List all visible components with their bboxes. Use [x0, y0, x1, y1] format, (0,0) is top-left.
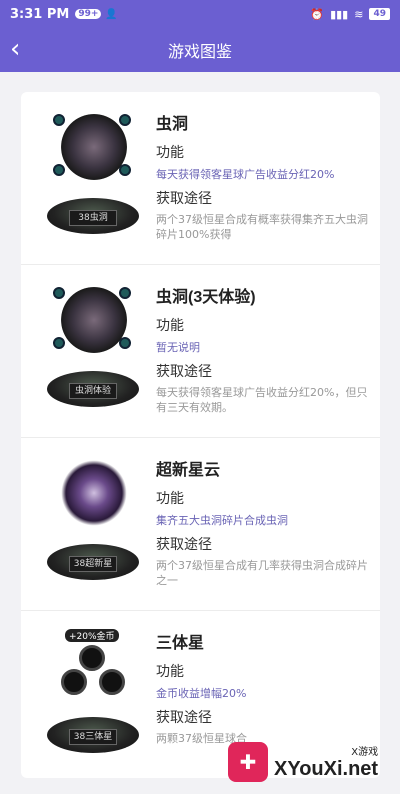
watermark-site-text: XYouXi.net [274, 758, 379, 780]
top-nav-bar: ‹ 游戏图鉴 [0, 28, 400, 72]
image-plate-label: 38虫洞 [69, 210, 117, 226]
function-text: 金币收益增幅20% [156, 687, 247, 700]
encyclopedia-list: 38虫洞 虫洞 功能 每天获得领客星球广告收益分红20% 获取途径 两个37级恒… [21, 92, 380, 778]
page-title: 游戏图鉴 [167, 44, 232, 61]
acquire-text: 两个37级恒星合成有概率获得集齐五大虫洞碎片100%获得 [156, 213, 368, 241]
acquire-text: 每天获得领客星球广告收益分红20%，但只有三天有效期。 [156, 386, 368, 414]
acquire-label: 获取途径 [156, 537, 212, 553]
acquire-label: 获取途径 [156, 191, 212, 207]
status-bar: 3:31 PM 99+ 👤 ⏰ ▮▮▮ ≋ 49 [0, 0, 400, 28]
function-label: 功能 [156, 318, 184, 334]
wormhole-image: 38虫洞 [43, 110, 143, 250]
function-label: 功能 [156, 491, 184, 507]
battery-indicator: 49 [369, 8, 390, 20]
watermark: ✚ X游戏 XYouXi.net [228, 738, 394, 786]
list-item[interactable]: 虫洞体验 虫洞(3天体验) 功能 暂无说明 获取途径 每天获得领客星球广告收益分… [21, 265, 380, 438]
person-icon: 👤 [105, 8, 118, 20]
list-item[interactable]: 38超新星云 超新星云 功能 集齐五大虫洞碎片合成虫洞 获取途径 两个37级恒星… [21, 438, 380, 611]
item-name: 三体星 [156, 635, 205, 652]
alarm-icon: ⏰ [310, 7, 325, 21]
item-name: 虫洞 [156, 116, 189, 133]
gamepad-logo-icon: ✚ [228, 742, 268, 782]
watermark-small-text: X游戏 [351, 747, 379, 758]
list-item[interactable]: 38虫洞 虫洞 功能 每天获得领客星球广告收益分红20% 获取途径 两个37级恒… [21, 92, 380, 265]
function-label: 功能 [156, 145, 184, 161]
acquire-label: 获取途径 [156, 364, 212, 380]
function-label: 功能 [156, 664, 184, 680]
wormhole-trial-image: 虫洞体验 [43, 283, 143, 423]
item-name: 超新星云 [156, 462, 221, 479]
signal-icon: ▮▮▮ [330, 7, 349, 21]
trisolar-star-image: +20%金币 38三体星 [43, 629, 143, 769]
supernova-nebula-image: 38超新星云 [43, 456, 143, 596]
item-name: 虫洞(3天体验) [156, 289, 256, 306]
image-plate-label: 虫洞体验 [69, 383, 117, 399]
status-time: 3:31 PM [10, 6, 70, 22]
bonus-tag: +20%金币 [65, 629, 119, 642]
image-plate-label: 38三体星 [69, 729, 117, 745]
acquire-label: 获取途径 [156, 710, 212, 726]
function-text: 集齐五大虫洞碎片合成虫洞 [156, 514, 288, 527]
function-text: 暂无说明 [156, 341, 200, 354]
acquire-text: 两个37级恒星合成有几率获得虫洞合成碎片之一 [156, 559, 368, 587]
wifi-icon: ≋ [354, 7, 364, 21]
back-icon[interactable]: ‹ [10, 34, 40, 66]
function-text: 每天获得领客星球广告收益分红20% [156, 168, 335, 181]
image-plate-label: 38超新星云 [69, 556, 117, 572]
notification-badge: 99+ [75, 9, 102, 19]
